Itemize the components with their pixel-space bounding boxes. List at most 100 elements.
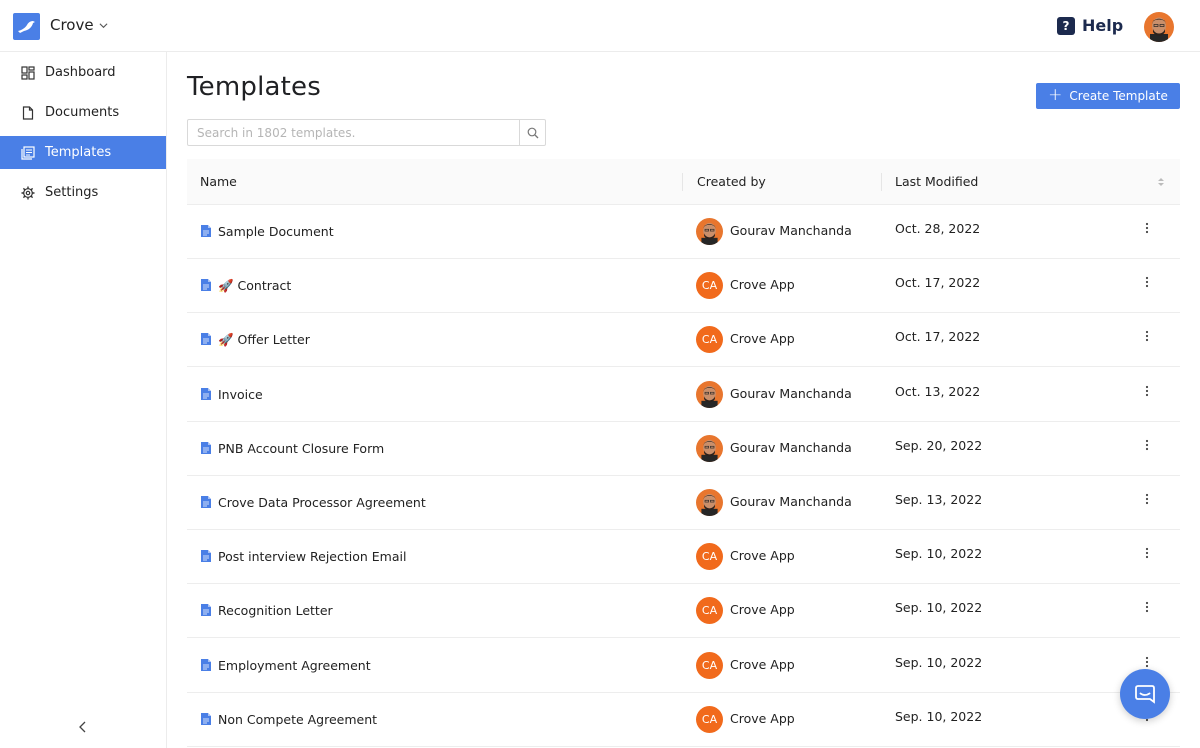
template-name[interactable]: Employment Agreement	[218, 658, 371, 673]
template-name[interactable]: Sample Document	[218, 224, 334, 239]
sidebar-item-settings[interactable]: Settings	[0, 176, 166, 209]
top-bar: Crove ? Help	[0, 0, 1200, 52]
last-modified-date: Oct. 13, 2022	[895, 383, 981, 399]
page-title: Templates	[187, 72, 321, 102]
sidebar-item-templates[interactable]: Templates	[0, 136, 166, 169]
chat-launcher-button[interactable]	[1120, 669, 1170, 719]
table-row[interactable]: Post interview Rejection Email CA Crove Ap…	[187, 530, 1180, 585]
template-name[interactable]: PNB Account Closure Form	[218, 441, 384, 456]
last-modified-date: Sep. 20, 2022	[895, 437, 983, 453]
workspace-name: Crove	[50, 16, 94, 34]
more-options-icon[interactable]	[1141, 329, 1153, 343]
creator-avatar	[696, 380, 723, 408]
templates-icon	[21, 145, 35, 160]
search-input[interactable]	[188, 120, 519, 145]
sidebar-item-dashboard[interactable]: Dashboard	[0, 56, 166, 89]
more-options-icon[interactable]	[1141, 221, 1153, 235]
creator-avatar	[696, 489, 723, 516]
last-modified-date: Sep. 10, 2022	[895, 654, 983, 670]
creator-name: Crove App	[730, 548, 795, 564]
creator-name: Crove App	[730, 602, 795, 618]
workspace-switcher[interactable]: Crove	[50, 16, 108, 34]
creator-name: Crove App	[730, 277, 795, 293]
table-row[interactable]: Non Compete Agreement CA Crove App Sep. 10,…	[187, 693, 1180, 747]
table-row[interactable]: PNB Account Closure Form Gourav Manchanda…	[187, 422, 1180, 476]
creator-avatar	[696, 434, 723, 462]
column-header-created-by[interactable]: Created by	[697, 174, 766, 189]
plus-icon: +	[1048, 84, 1063, 105]
more-options-icon[interactable]	[1141, 438, 1153, 452]
more-options-icon[interactable]	[1141, 600, 1153, 614]
dashboard-icon	[21, 65, 35, 80]
create-template-label: Create Template	[1069, 89, 1168, 103]
creator-initials-avatar: CA	[696, 543, 723, 571]
last-modified-date: Oct. 28, 2022	[895, 221, 981, 236]
help-button[interactable]: ? Help	[1057, 16, 1123, 35]
creator-initials-avatar: CA	[696, 651, 723, 679]
document-icon	[201, 333, 211, 346]
creator-name: Gourav Manchanda	[730, 223, 852, 238]
creator-name: Gourav Manchanda	[730, 494, 852, 509]
crove-logo-icon[interactable]	[13, 13, 40, 40]
creator-name: Crove App	[730, 656, 795, 672]
document-icon	[201, 279, 211, 292]
template-name[interactable]: Invoice	[218, 387, 263, 402]
document-icon	[201, 496, 211, 508]
column-header-name[interactable]: Name	[200, 174, 237, 189]
table-row[interactable]: Recognition Letter CA Crove App Sep. 10, 20…	[187, 584, 1180, 639]
table-row[interactable]: Crove Data Processor Agreement Gourav Man…	[187, 476, 1180, 530]
creator-name: Gourav Manchanda	[730, 439, 852, 455]
chevron-down-icon	[99, 22, 108, 28]
column-divider	[682, 173, 683, 191]
last-modified-date: Sep. 10, 2022	[895, 546, 983, 562]
gear-icon	[21, 186, 35, 199]
creator-avatar	[696, 218, 723, 245]
create-template-button[interactable]: + Create Template	[1036, 83, 1180, 109]
more-options-icon[interactable]	[1141, 384, 1153, 398]
column-divider	[881, 173, 882, 191]
more-options-icon[interactable]	[1141, 655, 1153, 669]
template-name[interactable]: Recognition Letter	[218, 603, 333, 618]
sidebar-item-label: Documents	[45, 105, 120, 120]
document-icon	[201, 604, 211, 617]
more-options-icon[interactable]	[1141, 546, 1153, 560]
table-row[interactable]: 🚀 Contract CA Crove App Oct. 17, 2022	[187, 259, 1180, 314]
table-row[interactable]: Sample Document Gourav Manchanda Oct. 28, …	[187, 205, 1180, 259]
template-name[interactable]: 🚀 Offer Letter	[218, 332, 310, 348]
creator-initials-avatar: CA	[696, 705, 723, 733]
sidebar: Dashboard Documents Templates Settings	[0, 52, 167, 748]
template-name[interactable]: 🚀 Contract	[218, 278, 291, 294]
table-row[interactable]: 🚀 Offer Letter CA Crove App Oct. 17, 2022	[187, 313, 1180, 368]
help-icon: ?	[1057, 16, 1075, 35]
template-name[interactable]: Post interview Rejection Email	[218, 549, 406, 564]
document-icon	[201, 550, 211, 563]
creator-initials-avatar: CA	[696, 326, 723, 354]
sidebar-item-label: Settings	[45, 185, 99, 200]
creator-initials-avatar: CA	[696, 272, 723, 300]
bird-logo-icon	[18, 21, 35, 33]
more-options-icon[interactable]	[1141, 492, 1153, 506]
last-modified-date: Oct. 17, 2022	[895, 329, 981, 345]
search-icon	[527, 127, 538, 138]
document-icon	[201, 225, 211, 237]
sidebar-item-documents[interactable]: Documents	[0, 96, 166, 129]
creator-name: Crove App	[730, 331, 795, 347]
chat-icon	[1135, 685, 1155, 704]
document-icon	[22, 105, 34, 120]
creator-initials-avatar: CA	[696, 597, 723, 625]
sidebar-item-label: Templates	[45, 145, 112, 160]
help-label: Help	[1082, 16, 1124, 35]
column-header-last-modified[interactable]: Last Modified	[895, 174, 978, 189]
sidebar-item-label: Dashboard	[45, 65, 116, 80]
table-header: Name Created by Last Modified	[187, 159, 1180, 205]
table-row[interactable]: Invoice Gourav Manchanda Oct. 13, 2022	[187, 368, 1180, 422]
more-options-icon[interactable]	[1141, 275, 1153, 289]
template-name[interactable]: Non Compete Agreement	[218, 712, 377, 727]
search-button[interactable]	[519, 120, 545, 145]
collapse-sidebar-icon[interactable]	[76, 720, 90, 734]
table-row[interactable]: Employment Agreement CA Crove App Sep. 10, …	[187, 639, 1180, 693]
user-avatar[interactable]	[1144, 12, 1174, 42]
template-name[interactable]: Crove Data Processor Agreement	[218, 495, 426, 510]
creator-name: Gourav Manchanda	[730, 385, 852, 401]
document-icon	[201, 658, 211, 671]
